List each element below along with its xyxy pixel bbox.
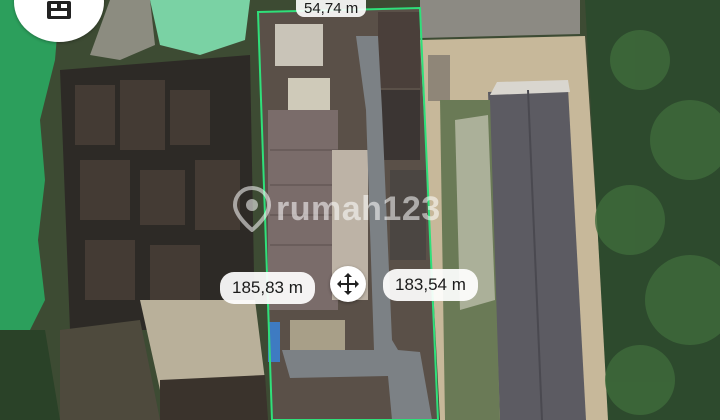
top-edge-measurement: 54,74 m (296, 0, 367, 17)
layers-icon (47, 1, 71, 19)
watermark-brand: rumah123 (276, 190, 441, 228)
move-icon (337, 273, 359, 295)
move-button[interactable] (330, 266, 366, 302)
right-edge-measurement: 183,54 m (383, 269, 478, 301)
watermark-pin-icon (232, 185, 272, 233)
watermark: rumah123 (232, 185, 472, 234)
left-edge-measurement: 185,83 m (220, 272, 315, 304)
